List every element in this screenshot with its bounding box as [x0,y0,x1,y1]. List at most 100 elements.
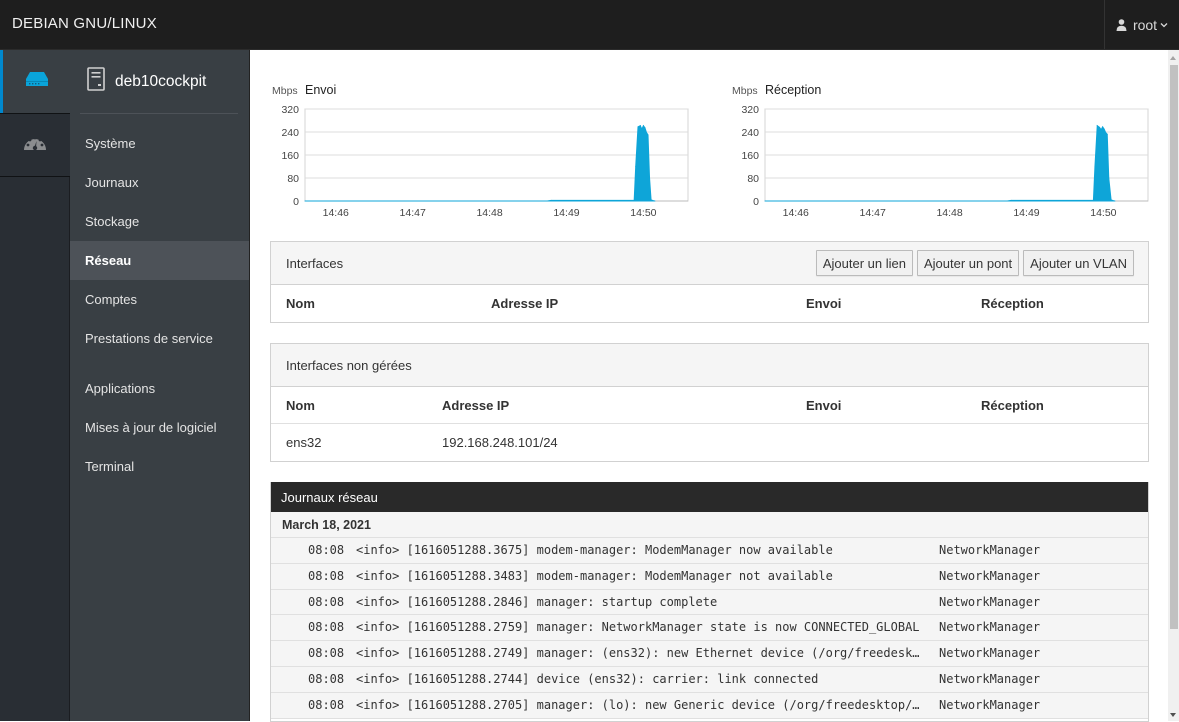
data-point [1105,132,1107,134]
chart-reception: Mbps Réception 0 80 160 240 320 14:46 14:47 14:… [730,80,1160,220]
nav-item-updates[interactable]: Mises à jour de logiciel [70,408,249,447]
column-send[interactable]: Envoi [806,398,841,413]
log-time: 08:08 [308,594,345,609]
log-time: 08:08 [308,543,345,557]
log-entry[interactable]: 08:08 <info> [1616051288.2749] manager: (… [271,641,1148,667]
column-receive[interactable]: Réception [981,398,1044,413]
data-point [1099,126,1101,128]
nav-item-journaux[interactable]: Journaux [70,163,249,202]
host-icon [87,67,105,96]
log-time: 08:08 [308,646,345,661]
interfaces-actions: Ajouter un lien Ajouter un pont Ajouter … [815,250,1134,276]
add-bridge-button[interactable]: Ajouter un pont [916,250,1020,276]
data-point [1110,199,1112,201]
host-name: deb10cockpit [115,72,207,90]
y-tick-label: 320 [741,104,759,116]
main-content: Mbps Envoi 0 80 160 240 320 14:46 14:47 14:48 14… [250,50,1168,722]
log-time: 08:08 [308,671,345,686]
data-point [647,134,649,136]
user-name: root [1132,16,1158,33]
log-source: NetworkManager [939,620,1041,635]
data-point [1094,166,1096,167]
log-source: NetworkManager [939,594,1041,609]
data-point [304,200,306,202]
data-point [650,199,652,201]
column-receive[interactable]: Réception [981,296,1044,311]
data-point [1106,133,1108,135]
user-icon [1116,18,1127,31]
y-tick-label: 0 [293,196,299,208]
chart-reception-plot: 0 80 160 240 320 14:46 14:47 14:48 14:49 14:50 [741,104,1149,219]
nav-item-stockage[interactable]: Stockage [70,202,249,241]
x-tick-label: 14:48 [476,207,502,219]
x-tick-label: 14:47 [400,207,426,219]
y-tick-label: 240 [281,127,299,139]
log-message: <info> [1616051288.2749] manager: (ens32… [356,646,920,661]
log-entry[interactable]: 08:08 <info> [1616051288.2744] device (en… [271,666,1148,693]
data-point [546,200,548,202]
y-tick-label: 0 [753,196,759,208]
rail-item-host[interactable] [0,50,70,113]
log-source: NetworkManager [939,646,1041,661]
data-point [1100,129,1102,131]
nav-item-reseau[interactable]: Réseau [70,241,249,280]
log-entry[interactable]: 08:08 <info> [1616051288.3675] modem-mana… [271,538,1148,564]
log-entry[interactable]: 08:08 <info> [1616051288.2846] manager: s… [271,589,1148,616]
unmanaged-header: Interfaces non gérées [271,344,1148,387]
logs-date: March 18, 2021 [271,512,1148,538]
log-message: <info> [1616051288.2744] device (ens32):… [356,671,819,686]
data-point [635,166,637,167]
page-scrollbar[interactable] [1168,50,1179,721]
data-point [654,200,656,202]
scroll-down-arrow-icon[interactable] [1170,713,1176,717]
x-tick-label: 14:47 [860,207,886,219]
table-row[interactable]: ens32 192.168.248.101/24 [271,424,1148,461]
log-source: NetworkManager [939,543,1041,557]
nav-item-comptes[interactable]: Comptes [70,280,249,319]
x-tick-label: 14:48 [936,207,962,219]
log-entry[interactable]: 08:08 <info> [1616051288.2705] manager: (… [271,692,1148,719]
column-send[interactable]: Envoi [806,296,841,311]
column-name[interactable]: Nom [286,296,315,311]
column-name[interactable]: Nom [286,398,315,413]
data-point [764,200,766,202]
data-area [765,124,1116,202]
user-menu[interactable]: root [1104,0,1179,49]
brand-title: DEBIAN GNU/LINUX [12,15,157,32]
add-bond-button[interactable]: Ajouter un lien [815,250,913,276]
log-source: NetworkManager [939,568,1041,583]
data-point [652,199,654,201]
column-ip[interactable]: Adresse IP [442,398,509,413]
chart-envoi-plot: 0 80 160 240 320 14:46 14:47 14:48 14:49 14:50 [281,104,689,219]
log-entry[interactable]: 08:08 <info> [1616051288.2759] manager: N… [271,615,1148,642]
nav-item-systeme[interactable]: Système [70,124,249,163]
unmanaged-title: Interfaces non gérées [286,357,412,373]
chevron-down-icon [1160,22,1168,28]
log-entry[interactable]: 08:08 <info> [1616051288.3483] modem-mana… [271,563,1148,590]
nav-item-terminal[interactable]: Terminal [70,447,249,486]
y-tick-label: 80 [287,173,299,185]
interfaces-header: Interfaces Ajouter un lien Ajouter un po… [271,242,1148,285]
data-point [550,199,552,201]
data-point [1108,177,1110,179]
server-icon [25,71,49,92]
scroll-up-arrow-icon[interactable] [1170,56,1176,60]
top-bar: DEBIAN GNU/LINUX root [0,0,1179,50]
host-header[interactable]: deb10cockpit [70,50,249,113]
log-message: <info> [1616051288.3483] modem-manager: … [356,568,833,583]
unmanaged-interfaces-panel: Interfaces non gérées Nom Adresse IP Env… [270,343,1149,462]
log-source: NetworkManager [939,671,1041,686]
interface-ip: 192.168.248.101/24 [442,435,558,450]
data-point [641,128,643,130]
rail-item-dashboard[interactable] [0,113,70,177]
logs-title: Journaux réseau [271,482,1148,512]
nav-item-applications[interactable]: Applications [70,369,249,408]
column-ip[interactable]: Adresse IP [491,296,558,311]
icon-rail [0,50,70,721]
add-vlan-button[interactable]: Ajouter un VLAN [1023,250,1134,276]
x-tick-label: 14:46 [783,207,809,219]
log-list: 08:08 <info> [1616051288.3675] modem-mana… [271,538,1148,719]
data-point [637,126,639,128]
nav-item-services[interactable]: Prestations de service [70,319,249,358]
scroll-thumb[interactable] [1170,65,1178,629]
